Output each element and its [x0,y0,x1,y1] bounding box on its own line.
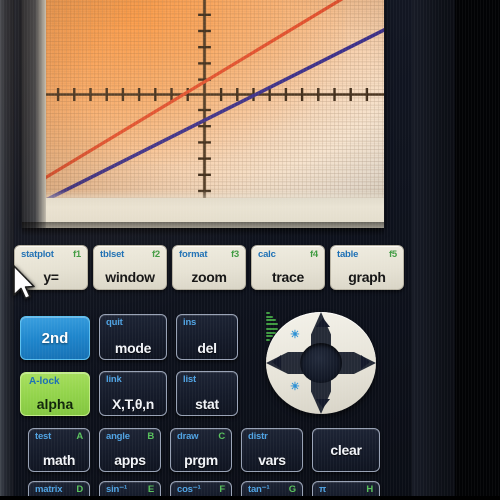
dpad-right-arrow-icon[interactable] [361,355,370,369]
fkey-label: f5 [388,249,397,260]
key-window[interactable]: tblset f2 window [93,245,167,290]
key-label: window [105,269,155,285]
graph-plot [46,0,384,198]
key-del[interactable]: ins del [176,314,238,360]
second-label: format [179,249,208,260]
key-label: alpha [36,396,74,412]
key-secondary-labels: sin⁻¹ E [100,484,160,495]
key-secondary-labels: statplot f1 [15,249,87,260]
key-y-equals[interactable]: statplot f1 y= [14,245,88,290]
second-label: link [106,374,122,385]
key-zoom[interactable]: format f3 zoom [172,245,246,290]
second-label: test [35,431,52,442]
second-label: draw [177,431,199,442]
key-secondary-labels: table f5 [331,249,403,260]
second-label: tblset [100,249,125,260]
key-secondary-labels: ins [177,317,237,328]
key-secondary-labels: test A [29,431,89,442]
key-secondary-labels: quit [100,317,166,328]
alpha-label: F [219,484,225,495]
second-label: angle [106,431,130,442]
key-label: mode [114,340,152,356]
second-label: quit [106,317,123,328]
key-label: y= [43,269,59,285]
fkey-label: f4 [309,249,318,260]
key-label: trace [272,269,304,285]
key-label: graph [348,269,386,285]
key-secondary-labels: matrix D [29,484,89,495]
key-2nd[interactable]: 2nd [20,316,90,360]
key-secondary-labels: list [177,374,237,385]
second-label: sin⁻¹ [106,484,127,495]
alpha-label: G [288,484,296,495]
alpha-label: H [366,484,373,495]
key-secondary-labels: tan⁻¹ G [242,484,302,495]
key-label: apps [114,452,146,468]
key-secondary-labels: tblset f2 [94,249,166,260]
dpad-left-arrow-icon[interactable] [272,355,281,369]
key-secondary-labels: calc f4 [252,249,324,260]
key-prgm[interactable]: draw C prgm [170,428,232,472]
key-label: math [42,452,76,468]
alpha-label: E [147,484,154,495]
contrast-up-sun-icon: ☀ [290,329,300,341]
key-secondary-labels: draw C [171,431,231,442]
second-label: tan⁻¹ [248,484,270,495]
key-label: zoom [191,269,227,285]
contrast-down-sun-icon: ☀ [290,381,300,393]
second-label: ins [183,317,197,328]
key-vars[interactable]: distr vars [241,428,303,472]
graph-screen [46,0,384,198]
key-label: del [197,340,217,356]
key-secondary-labels: cos⁻¹ F [171,484,231,495]
second-label: cos⁻¹ [177,484,201,495]
key-trace[interactable]: calc f4 trace [251,245,325,290]
key-x-t-theta-n[interactable]: link X,T,θ,n [99,371,167,416]
key-alpha[interactable]: A-lock alpha [20,372,90,416]
key-mode[interactable]: quit mode [99,314,167,360]
dpad-up-arrow-icon[interactable] [316,318,330,327]
fkey-label: f1 [72,249,81,260]
key-label: prgm [184,452,218,468]
key-label: X,T,θ,n [111,396,155,412]
photo-dark-border-right [455,0,500,500]
second-label: list [183,374,196,385]
alpha-label: A [76,431,83,442]
screen-left-shadow [22,0,46,228]
key-secondary-labels: format f3 [173,249,245,260]
second-label: A-lock [29,376,60,387]
calculator-photo: statplot f1 y= tblset f2 window format f… [0,0,500,500]
photo-dark-border-left [0,0,14,500]
alpha-label: D [76,484,83,495]
key-label: stat [195,396,219,412]
key-secondary-labels: π H [313,484,379,495]
key-clear[interactable]: clear [312,428,380,472]
alpha-label: C [218,431,225,442]
key-graph[interactable]: table f5 graph [330,245,404,290]
key-secondary-labels: angle B [100,431,160,442]
dpad-center-hub [300,343,342,383]
key-stat[interactable]: list stat [176,371,238,416]
second-label: table [337,249,359,260]
fkey-label: f3 [230,249,239,260]
key-label: clear [330,442,362,458]
fkey-label: f2 [151,249,160,260]
dpad-down-arrow-icon[interactable] [316,399,330,408]
key-label: vars [258,452,286,468]
key-apps[interactable]: angle B apps [99,428,161,472]
key-secondary-labels: distr [242,431,302,442]
alpha-label: B [147,431,154,442]
key-secondary-labels: link [100,374,166,385]
key-math[interactable]: test A math [28,428,90,472]
second-label: calc [258,249,276,260]
second-label: π [319,484,327,495]
key-label: 2nd [41,329,69,347]
second-label: statplot [21,249,54,260]
second-label: matrix [35,484,63,495]
photo-bottom-edge [0,496,500,500]
second-label: distr [248,431,268,442]
direction-pad[interactable]: ☀ ☀ [266,312,376,414]
